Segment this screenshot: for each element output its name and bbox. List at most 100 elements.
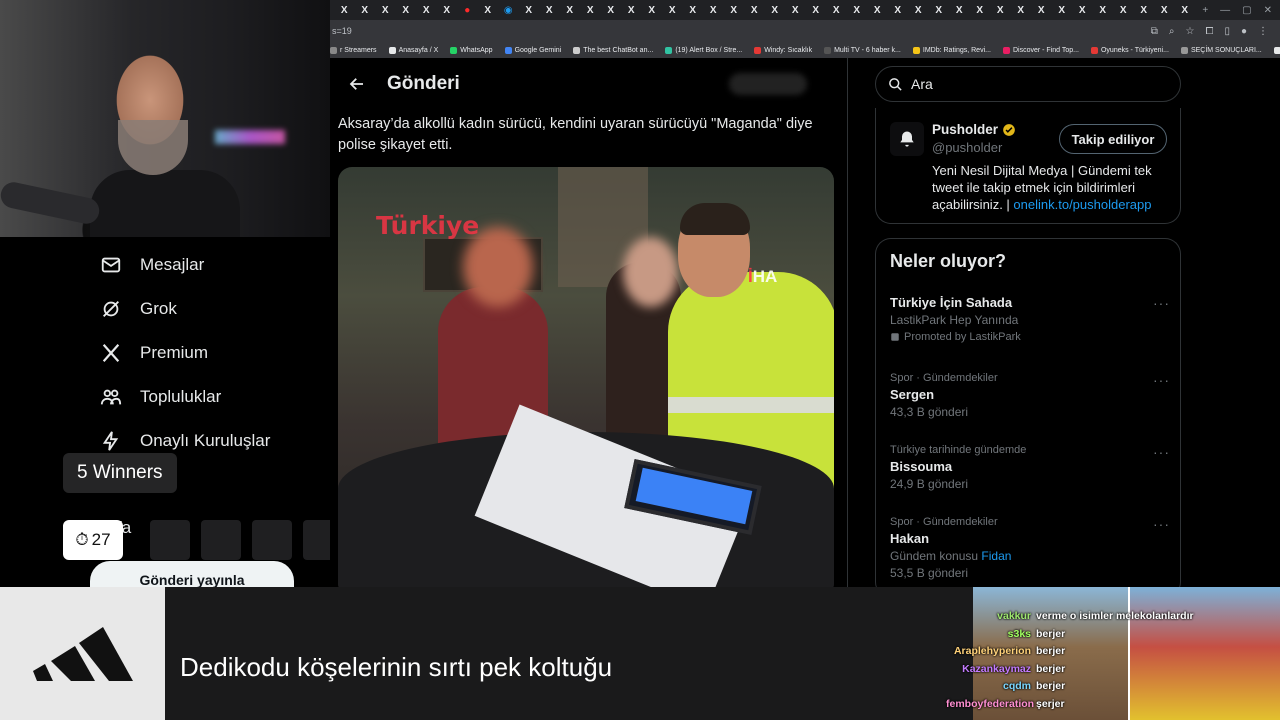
url-text[interactable]: s=19 — [330, 26, 352, 36]
browser-tab[interactable]: X — [826, 0, 847, 20]
bookmark-item[interactable]: WhatsApp — [450, 46, 493, 54]
browser-tab[interactable]: X — [621, 0, 642, 20]
browser-tab[interactable]: X — [867, 0, 888, 20]
following-button[interactable]: Takip ediliyor — [1059, 124, 1167, 154]
browser-tab[interactable]: X — [642, 0, 663, 20]
browser-tab[interactable]: X — [416, 0, 437, 20]
browser-tab[interactable]: X — [662, 0, 683, 20]
browser-tab[interactable]: X — [1175, 0, 1196, 20]
browser-tab[interactable]: X — [539, 0, 560, 20]
address-bar[interactable]: s=19 ⧉ ⌕ ☆ ⧠ ▯ ● ⋮ — [330, 20, 1280, 42]
pusholder-avatar[interactable] — [890, 122, 924, 156]
trend-item[interactable]: Türkiye İçin Sahada LastikPark Hep Yanın… — [890, 295, 1170, 343]
browser-tab[interactable]: X — [908, 0, 929, 20]
trend-item[interactable]: Spor · Gündemdekiler Hakan Gündem konusu… — [890, 516, 1170, 580]
browser-tab[interactable]: X — [560, 0, 581, 20]
topic-link[interactable]: Fidan — [981, 549, 1011, 563]
browser-tab[interactable]: X — [785, 0, 806, 20]
nav-item-verified-orgs[interactable]: Onaylı Kuruluşlar — [100, 430, 270, 452]
bookmark-item[interactable]: Multi TV - 6 haber k... — [824, 46, 901, 54]
nav-item-messages[interactable]: Mesajlar — [100, 254, 204, 276]
bookmark-item[interactable]: Oyuneks - Türkiyeni... — [1090, 46, 1169, 54]
chat-message: vakkur verme o isimler melekolanlardır — [946, 610, 1280, 628]
browser-tab[interactable]: X — [888, 0, 909, 20]
search-box[interactable] — [875, 66, 1181, 102]
browser-tab[interactable]: X — [478, 0, 499, 20]
more-icon[interactable]: ··· — [1153, 295, 1170, 311]
nav-item-premium[interactable]: Premium — [100, 342, 208, 364]
cast-icon[interactable]: ⧉ — [1151, 26, 1158, 37]
browser-tab[interactable]: X — [1134, 0, 1155, 20]
browser-tab[interactable]: X — [1072, 0, 1093, 20]
search-input[interactable] — [911, 76, 1151, 92]
browser-tab[interactable]: X — [847, 0, 868, 20]
bookmark-item[interactable]: Google Gemini — [504, 46, 561, 54]
maximize-icon[interactable]: ▢ — [1242, 5, 1251, 16]
close-icon[interactable]: ✕ — [1264, 5, 1272, 16]
bookmark-item[interactable]: SEÇİM SONUÇLARI... — [1180, 46, 1262, 54]
topic-prefix: Gündem konusu — [890, 549, 979, 563]
browser-tab[interactable]: X — [1011, 0, 1032, 20]
nav-item-communities[interactable]: Topluluklar — [100, 386, 221, 408]
browser-tab[interactable]: X — [1031, 0, 1052, 20]
trend-item[interactable]: Spor · Gündemdekiler Sergen 43,3 B gönde… — [890, 372, 1170, 419]
browser-tab[interactable]: X — [683, 0, 704, 20]
extensions-icon[interactable]: ⧠ — [1205, 26, 1213, 37]
browser-tab[interactable]: X — [334, 0, 355, 20]
timer-value: 27 — [91, 530, 111, 549]
star-icon[interactable]: ☆ — [1185, 26, 1194, 37]
bookmark-item[interactable]: Windy: Sıcaklık — [754, 46, 812, 54]
browser-tab[interactable]: X — [437, 0, 458, 20]
bio-link[interactable]: onelink.to/pusholderapp — [1013, 197, 1151, 212]
browser-tab[interactable]: X — [765, 0, 786, 20]
sidebar-icon[interactable]: ▯ — [1224, 26, 1230, 37]
browser-tab[interactable]: X — [519, 0, 540, 20]
browser-tab[interactable]: X — [1093, 0, 1114, 20]
browser-tab[interactable]: X — [601, 0, 622, 20]
more-icon[interactable]: ··· — [1153, 516, 1170, 532]
bookmark-item[interactable]: IMDb: Ratings, Revi... — [912, 46, 991, 54]
new-tab-button[interactable]: + — [1195, 0, 1216, 20]
browser-tab[interactable]: X — [1154, 0, 1175, 20]
minimize-icon[interactable]: — — [1220, 5, 1230, 16]
bookmark-item[interactable]: ChatGPT — [1273, 46, 1280, 54]
pusholder-name[interactable]: Pusholder — [932, 122, 1016, 137]
browser-tab[interactable]: X — [580, 0, 601, 20]
browser-tab[interactable]: X — [806, 0, 827, 20]
browser-tab[interactable]: ● — [457, 0, 478, 20]
browser-tab[interactable]: ◉ — [498, 0, 519, 20]
browser-tab[interactable]: X — [970, 0, 991, 20]
bookmark-favicon-icon — [450, 46, 458, 54]
more-icon[interactable]: ··· — [1153, 444, 1170, 460]
more-icon[interactable]: ··· — [1153, 372, 1170, 388]
browser-tab[interactable]: X — [929, 0, 950, 20]
bookmark-item[interactable]: The best ChatBot an... — [573, 46, 653, 54]
bookmark-item[interactable]: Anasayfa / X — [388, 46, 438, 54]
back-button[interactable] — [340, 67, 374, 101]
window-controls[interactable]: — ▢ ✕ — [1220, 5, 1280, 16]
menu-icon[interactable]: ⋮ — [1258, 26, 1268, 37]
tweet-video[interactable]: Türkiye İHA — [338, 167, 834, 587]
bookmark-label: r Streamers — [340, 46, 377, 54]
trend-item[interactable]: Türkiye tarihinde gündemde Bissouma 24,9… — [890, 444, 1170, 491]
bookmark-item[interactable]: (19) Alert Box / Stre... — [665, 46, 742, 54]
zoom-icon[interactable]: ⌕ — [1169, 26, 1175, 37]
browser-tab[interactable]: X — [396, 0, 417, 20]
blurred-header-element — [729, 73, 807, 95]
browser-tab[interactable]: X — [744, 0, 765, 20]
bookmark-item[interactable]: Discover - Find Top... — [1002, 46, 1079, 54]
nav-item-grok[interactable]: Grok — [100, 298, 177, 320]
browser-tab[interactable]: X — [1113, 0, 1134, 20]
browser-tab[interactable]: X — [375, 0, 396, 20]
pusholder-handle[interactable]: @pusholder — [932, 140, 1002, 155]
trend-category: Spor · Gündemdekiler — [890, 516, 998, 528]
bookmark-item[interactable]: r Streamers — [330, 46, 377, 54]
browser-tab[interactable]: X — [703, 0, 724, 20]
browser-tab[interactable]: X — [1052, 0, 1073, 20]
browser-tab[interactable]: X — [355, 0, 376, 20]
profile-icon[interactable]: ● — [1241, 26, 1247, 37]
browser-tab[interactable]: X — [724, 0, 745, 20]
trend-name: Hakan — [890, 531, 930, 546]
browser-tab[interactable]: X — [990, 0, 1011, 20]
browser-tab[interactable]: X — [949, 0, 970, 20]
